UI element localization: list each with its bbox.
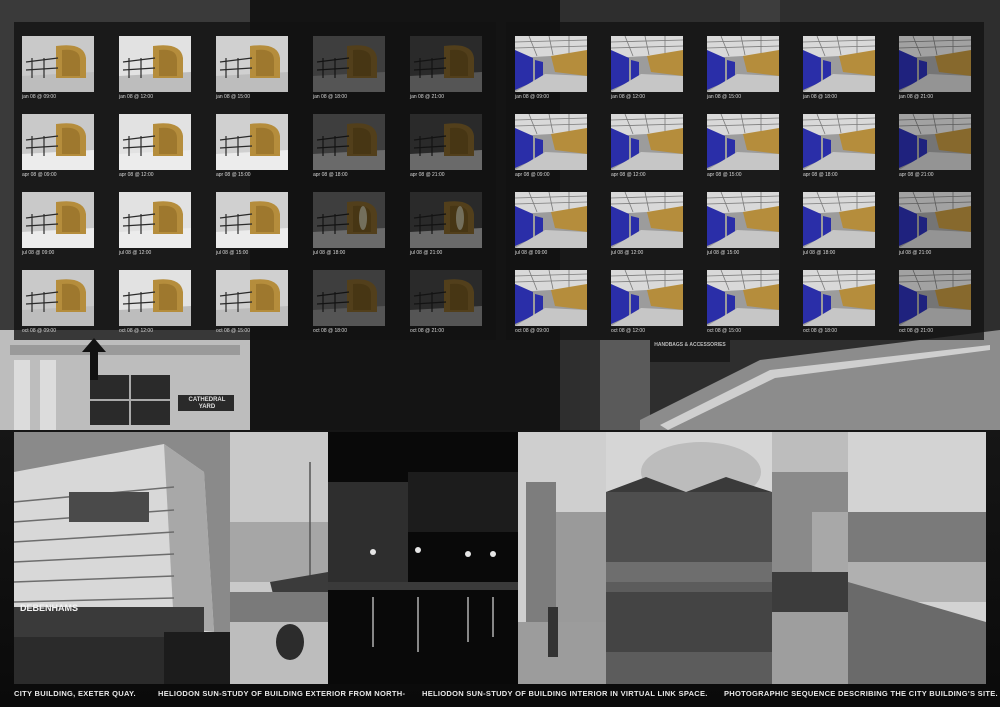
- interior-study-thumbnail-label: oct 08 @ 09:00: [515, 328, 549, 334]
- interior-study-thumbnail: [803, 270, 875, 326]
- exterior-study-thumbnail: [410, 114, 482, 170]
- interior-study-thumbnail-label: jan 08 @ 15:00: [707, 94, 741, 100]
- exterior-study-thumbnail: [22, 114, 94, 170]
- exterior-study-thumbnail: [119, 270, 191, 326]
- exterior-study-thumbnail: [119, 114, 191, 170]
- caption-city-building: CITY BUILDING, EXETER QUAY.: [14, 689, 136, 698]
- cathedral-yard-sign: CATHEDRAL YARD: [180, 397, 234, 411]
- handbags-shop-sign-text: HANDBAGS & ACCESSORIES: [654, 342, 726, 348]
- exterior-study-thumbnail: [216, 114, 288, 170]
- interior-study-thumbnail-label: jan 08 @ 12:00: [611, 94, 645, 100]
- exterior-study-thumbnail-label: jul 08 @ 21:00: [410, 250, 443, 256]
- photo-cathedral-fog: [518, 432, 606, 684]
- interior-study-thumbnail: [803, 114, 875, 170]
- exterior-study-thumbnail-label: oct 08 @ 21:00: [410, 328, 444, 334]
- interior-study-thumbnail: [899, 36, 971, 92]
- interior-study-thumbnail: [611, 36, 683, 92]
- interior-study-thumbnail: [515, 270, 587, 326]
- interior-study-thumbnail-label: apr 08 @ 15:00: [707, 172, 742, 178]
- cathedral-yard-sign-text: CATHEDRAL YARD: [188, 397, 226, 410]
- interior-study-thumbnail: [611, 192, 683, 248]
- exterior-study-thumbnail-label: jan 08 @ 21:00: [410, 94, 444, 100]
- exterior-study-thumbnail: [22, 270, 94, 326]
- interior-study-thumbnail: [803, 36, 875, 92]
- caption-exterior-study: HELIODON SUN-STUDY OF BUILDING EXTERIOR …: [158, 689, 406, 698]
- exterior-study-thumbnail: [410, 270, 482, 326]
- interior-study-thumbnail-label: jul 08 @ 12:00: [611, 250, 644, 256]
- exterior-study-thumbnail-label: apr 08 @ 15:00: [216, 172, 251, 178]
- caption-photographic-sequence: PHOTOGRAPHIC SEQUENCE DESCRIBING THE CIT…: [724, 689, 998, 698]
- photo-quay-night: [328, 432, 518, 684]
- exterior-study-thumbnail-label: apr 08 @ 18:00: [313, 172, 348, 178]
- interior-study-thumbnail-label: jan 08 @ 09:00: [515, 94, 549, 100]
- handbags-shop-sign: HANDBAGS & ACCESSORIES: [652, 342, 728, 348]
- exterior-study-thumbnail-label: jul 08 @ 09:00: [22, 250, 55, 256]
- interior-study-thumbnail-label: jul 08 @ 21:00: [899, 250, 932, 256]
- interior-study-thumbnail: [515, 114, 587, 170]
- debenhams-shop-sign: DEBENHAMS: [20, 603, 78, 613]
- exterior-study-thumbnail-label: apr 08 @ 09:00: [22, 172, 57, 178]
- exterior-study-thumbnail: [216, 192, 288, 248]
- exterior-study-thumbnail-label: jan 08 @ 09:00: [22, 94, 56, 100]
- photo-river-trees: [848, 432, 986, 684]
- interior-study-thumbnail: [707, 114, 779, 170]
- exterior-study-thumbnail-label: jan 08 @ 18:00: [313, 94, 347, 100]
- interior-study-thumbnail-label: jan 08 @ 18:00: [803, 94, 837, 100]
- interior-study-thumbnail: [707, 36, 779, 92]
- interior-study-thumbnail: [899, 114, 971, 170]
- exterior-study-thumbnail: [313, 270, 385, 326]
- photo-quay-boats: [230, 432, 328, 684]
- interior-study-thumbnail-label: apr 08 @ 09:00: [515, 172, 550, 178]
- exterior-study-thumbnail: [313, 114, 385, 170]
- interior-study-thumbnail: [611, 270, 683, 326]
- debenhams-sign-text: DEBENHAMS: [20, 603, 79, 613]
- interior-study-thumbnail: [707, 270, 779, 326]
- interior-study-thumbnail-label: jul 08 @ 18:00: [803, 250, 836, 256]
- interior-study-thumbnail: [611, 114, 683, 170]
- interior-study-thumbnail-label: apr 08 @ 12:00: [611, 172, 646, 178]
- interior-study-thumbnail-label: apr 08 @ 21:00: [899, 172, 934, 178]
- exterior-study-thumbnail: [119, 36, 191, 92]
- interior-study-thumbnail-label: oct 08 @ 12:00: [611, 328, 645, 334]
- exterior-study-thumbnail: [313, 192, 385, 248]
- exterior-study-thumbnail-label: apr 08 @ 12:00: [119, 172, 154, 178]
- exterior-study-thumbnail-label: jul 08 @ 15:00: [216, 250, 249, 256]
- exterior-study-thumbnail-label: jul 08 @ 12:00: [119, 250, 152, 256]
- poster-board: CATHEDRAL YARD HANDBAGS & ACCESSORIES DE…: [0, 0, 1000, 707]
- exterior-study-thumbnail-label: jul 08 @ 18:00: [313, 250, 346, 256]
- caption-interior-study: HELIODON SUN-STUDY OF BUILDING INTERIOR …: [422, 689, 708, 698]
- exterior-study-thumbnail-label: oct 08 @ 15:00: [216, 328, 250, 334]
- interior-study-thumbnail-label: jan 08 @ 21:00: [899, 94, 933, 100]
- exterior-study-thumbnail: [22, 192, 94, 248]
- exterior-study-thumbnail: [410, 36, 482, 92]
- exterior-study-thumbnail: [410, 192, 482, 248]
- interior-study-thumbnail-label: apr 08 @ 18:00: [803, 172, 838, 178]
- exterior-study-thumbnail-label: oct 08 @ 12:00: [119, 328, 153, 334]
- exterior-study-thumbnail: [216, 270, 288, 326]
- interior-study-thumbnail-label: oct 08 @ 18:00: [803, 328, 837, 334]
- exterior-study-thumbnail: [216, 36, 288, 92]
- exterior-study-thumbnail-label: oct 08 @ 18:00: [313, 328, 347, 334]
- interior-study-thumbnail: [899, 270, 971, 326]
- interior-study-thumbnail: [515, 192, 587, 248]
- interior-study-thumbnail: [899, 192, 971, 248]
- interior-study-thumbnail-label: oct 08 @ 15:00: [707, 328, 741, 334]
- exterior-study-thumbnail-label: oct 08 @ 09:00: [22, 328, 56, 334]
- exterior-study-thumbnail-label: jan 08 @ 15:00: [216, 94, 250, 100]
- exterior-study-thumbnail-label: apr 08 @ 21:00: [410, 172, 445, 178]
- interior-study-thumbnail-label: jul 08 @ 15:00: [707, 250, 740, 256]
- photo-cathedral-green-people: [772, 432, 848, 684]
- interior-study-thumbnail: [515, 36, 587, 92]
- photo-terraced-houses-reflection: [606, 432, 772, 684]
- exterior-study-thumbnail: [119, 192, 191, 248]
- exterior-study-thumbnail: [22, 36, 94, 92]
- interior-study-thumbnail: [707, 192, 779, 248]
- photo-city-building-debenhams: [14, 432, 230, 684]
- exterior-study-thumbnail: [313, 36, 385, 92]
- interior-study-thumbnail-label: oct 08 @ 21:00: [899, 328, 933, 334]
- interior-study-thumbnail: [803, 192, 875, 248]
- interior-study-thumbnail-label: jul 08 @ 09:00: [515, 250, 548, 256]
- exterior-study-thumbnail-label: jan 08 @ 12:00: [119, 94, 153, 100]
